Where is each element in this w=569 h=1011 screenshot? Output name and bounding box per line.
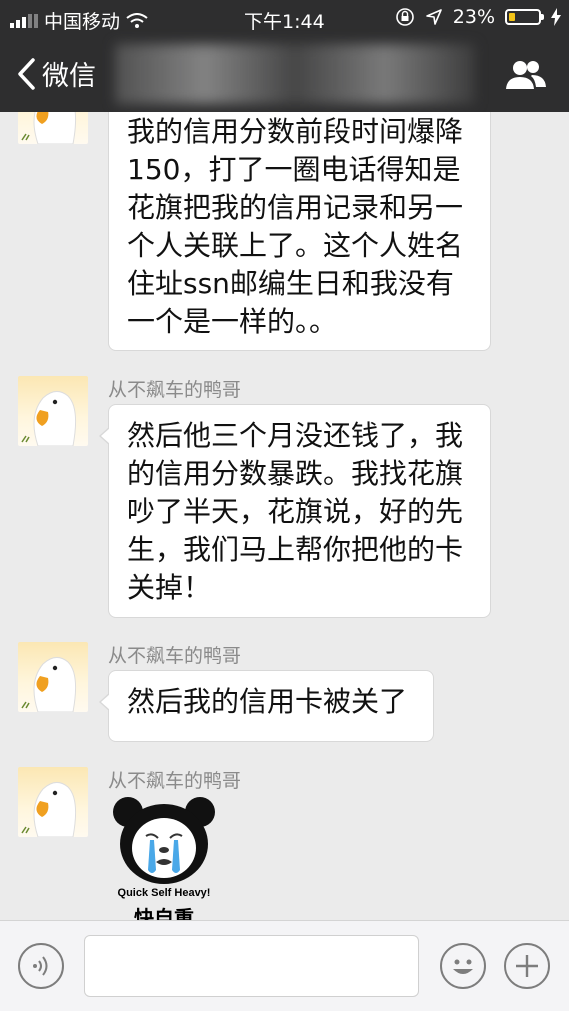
location-icon xyxy=(425,9,442,25)
message-text: 然后他三个月没还钱了，我的信用分数暴跌。我找花旗吵了半天，花旗说，好的先生，我们… xyxy=(127,419,464,604)
sender-name: 从不飙车的鸭哥 xyxy=(108,645,242,667)
sender-name: 从不飙车的鸭哥 xyxy=(108,379,242,401)
duck-avatar-icon xyxy=(21,391,77,446)
signal-icon xyxy=(10,13,38,28)
back-button[interactable]: 微信 xyxy=(16,54,96,93)
plus-button[interactable] xyxy=(504,943,550,989)
message-input[interactable] xyxy=(84,935,419,997)
crying-panda-sticker-icon xyxy=(113,797,215,884)
status-right: 23% xyxy=(395,6,561,28)
message-bubble[interactable]: 然后他三个月没还钱了，我的信用分数暴跌。我找花旗吵了半天，花旗说，好的先生，我们… xyxy=(99,404,491,618)
sender-name: 从不飙车的鸭哥 xyxy=(108,770,242,792)
input-bar xyxy=(0,920,569,1011)
message-text: 我的信用分数前段时间爆降150，打了一圈电话得知是花旗把我的信用记录和另一个人关… xyxy=(127,115,464,338)
sticker-caption-zh: 快自重 xyxy=(134,906,194,920)
contact-title-obscured xyxy=(115,44,475,104)
carrier-label: 中国移动 xyxy=(44,11,121,33)
battery-fill xyxy=(509,13,516,21)
chat-area[interactable]: 我的信用分数前段时间爆降150，打了一圈电话得知是花旗把我的信用记录和另一个人关… xyxy=(0,112,569,920)
orientation-lock-icon xyxy=(395,8,414,26)
charging-icon xyxy=(551,8,561,26)
emoji-button[interactable] xyxy=(440,943,486,989)
voice-icon xyxy=(33,956,48,976)
back-label: 微信 xyxy=(42,61,96,92)
sticker-caption-en: Quick Self Heavy! xyxy=(117,887,211,899)
group-icon[interactable] xyxy=(505,58,547,92)
status-bar: 中国移动 下午1:44 23% xyxy=(0,0,569,36)
nav-bar: 微信 xyxy=(0,36,569,112)
battery-percent: 23% xyxy=(452,6,495,28)
wifi-icon xyxy=(126,12,148,28)
plus-icon xyxy=(516,955,538,977)
message-bubble[interactable]: 我的信用分数前段时间爆降150，打了一圈电话得知是花旗把我的信用记录和另一个人关… xyxy=(108,112,491,351)
avatar[interactable] xyxy=(18,767,88,837)
status-time: 下午1:44 xyxy=(244,11,325,33)
status-left: 中国移动 xyxy=(10,7,148,34)
battery-icon xyxy=(505,9,544,25)
emoji-icon xyxy=(453,959,473,974)
avatar[interactable] xyxy=(18,642,88,712)
message-text: 然后我的信用卡被关了 xyxy=(127,685,408,718)
duck-avatar-icon xyxy=(21,782,77,837)
duck-avatar-icon xyxy=(21,112,77,144)
message-bubble[interactable]: 然后我的信用卡被关了 xyxy=(99,670,434,742)
chevron-left-icon xyxy=(18,57,35,90)
avatar[interactable] xyxy=(18,376,88,446)
sticker-message[interactable]: Quick Self Heavy! 快自重 xyxy=(108,792,220,920)
voice-button[interactable] xyxy=(18,943,64,989)
duck-avatar-icon xyxy=(21,657,77,712)
avatar[interactable] xyxy=(18,112,88,144)
